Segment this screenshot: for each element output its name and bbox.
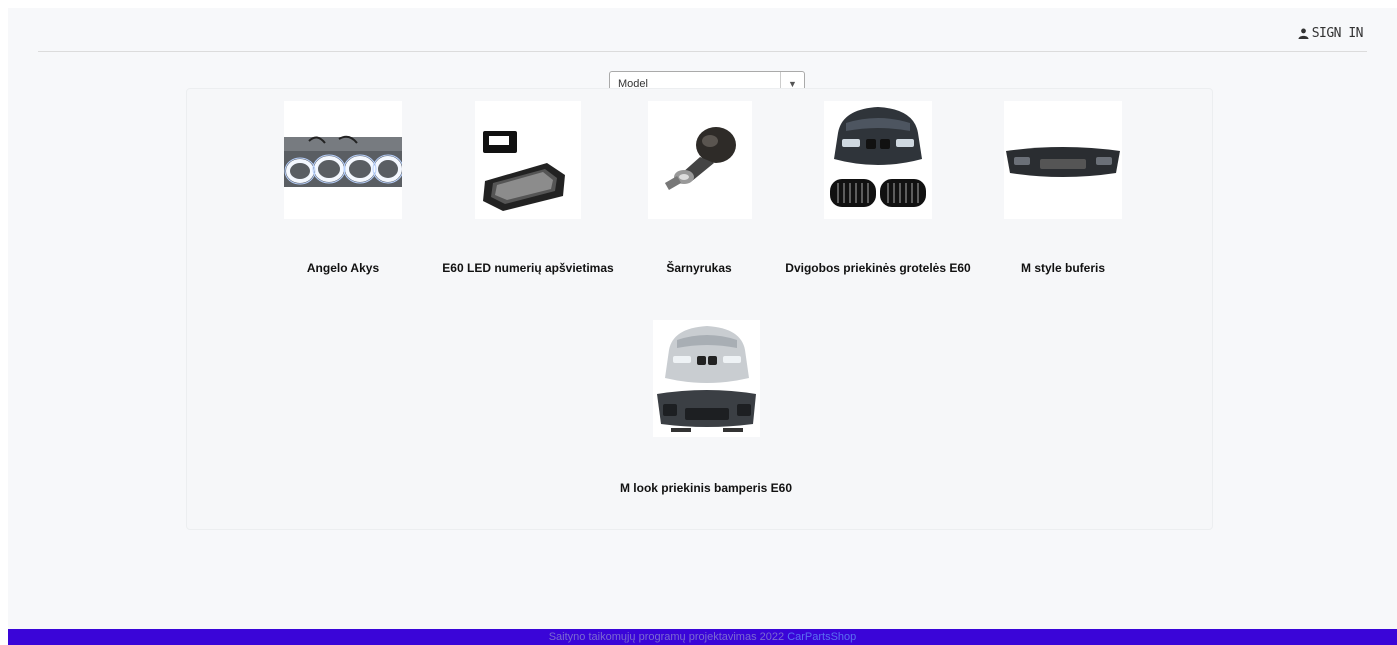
footer-text: Saityno taikomųjų programų projektavimas… (548, 631, 785, 643)
product-title[interactable]: M look priekinis bamperis E60 (620, 481, 792, 495)
sign-in-label: SIGN IN (1311, 26, 1364, 41)
product-title[interactable]: E60 LED numerių apšvietimas (442, 261, 613, 275)
product-image-m-look-front-bumper[interactable] (653, 320, 760, 437)
product-image-m-style-bumper[interactable] (1004, 101, 1122, 219)
footer-brand-link[interactable]: CarPartsShop (787, 631, 856, 643)
product-title[interactable]: Šarnyrukas (666, 261, 731, 275)
product-title[interactable]: Dvigobos priekinės grotelės E60 (785, 261, 970, 275)
product-image-led-plate-light[interactable] (475, 101, 581, 219)
top-navbar: SIGN IN (38, 8, 1367, 52)
product-panel: Angelo Akys E60 LED numerių apšvietimas (186, 88, 1213, 530)
product-title[interactable]: M style buferis (1021, 261, 1105, 275)
product-title[interactable]: Angelo Akys (307, 261, 379, 275)
product-image-angel-eyes[interactable] (284, 101, 402, 219)
product-image-double-grille[interactable] (824, 101, 932, 219)
product-image-ball-joint[interactable] (648, 101, 752, 219)
sign-in-link[interactable]: SIGN IN (1298, 26, 1364, 41)
user-icon (1298, 28, 1309, 39)
footer: Saityno taikomųjų programų projektavimas… (8, 629, 1397, 645)
